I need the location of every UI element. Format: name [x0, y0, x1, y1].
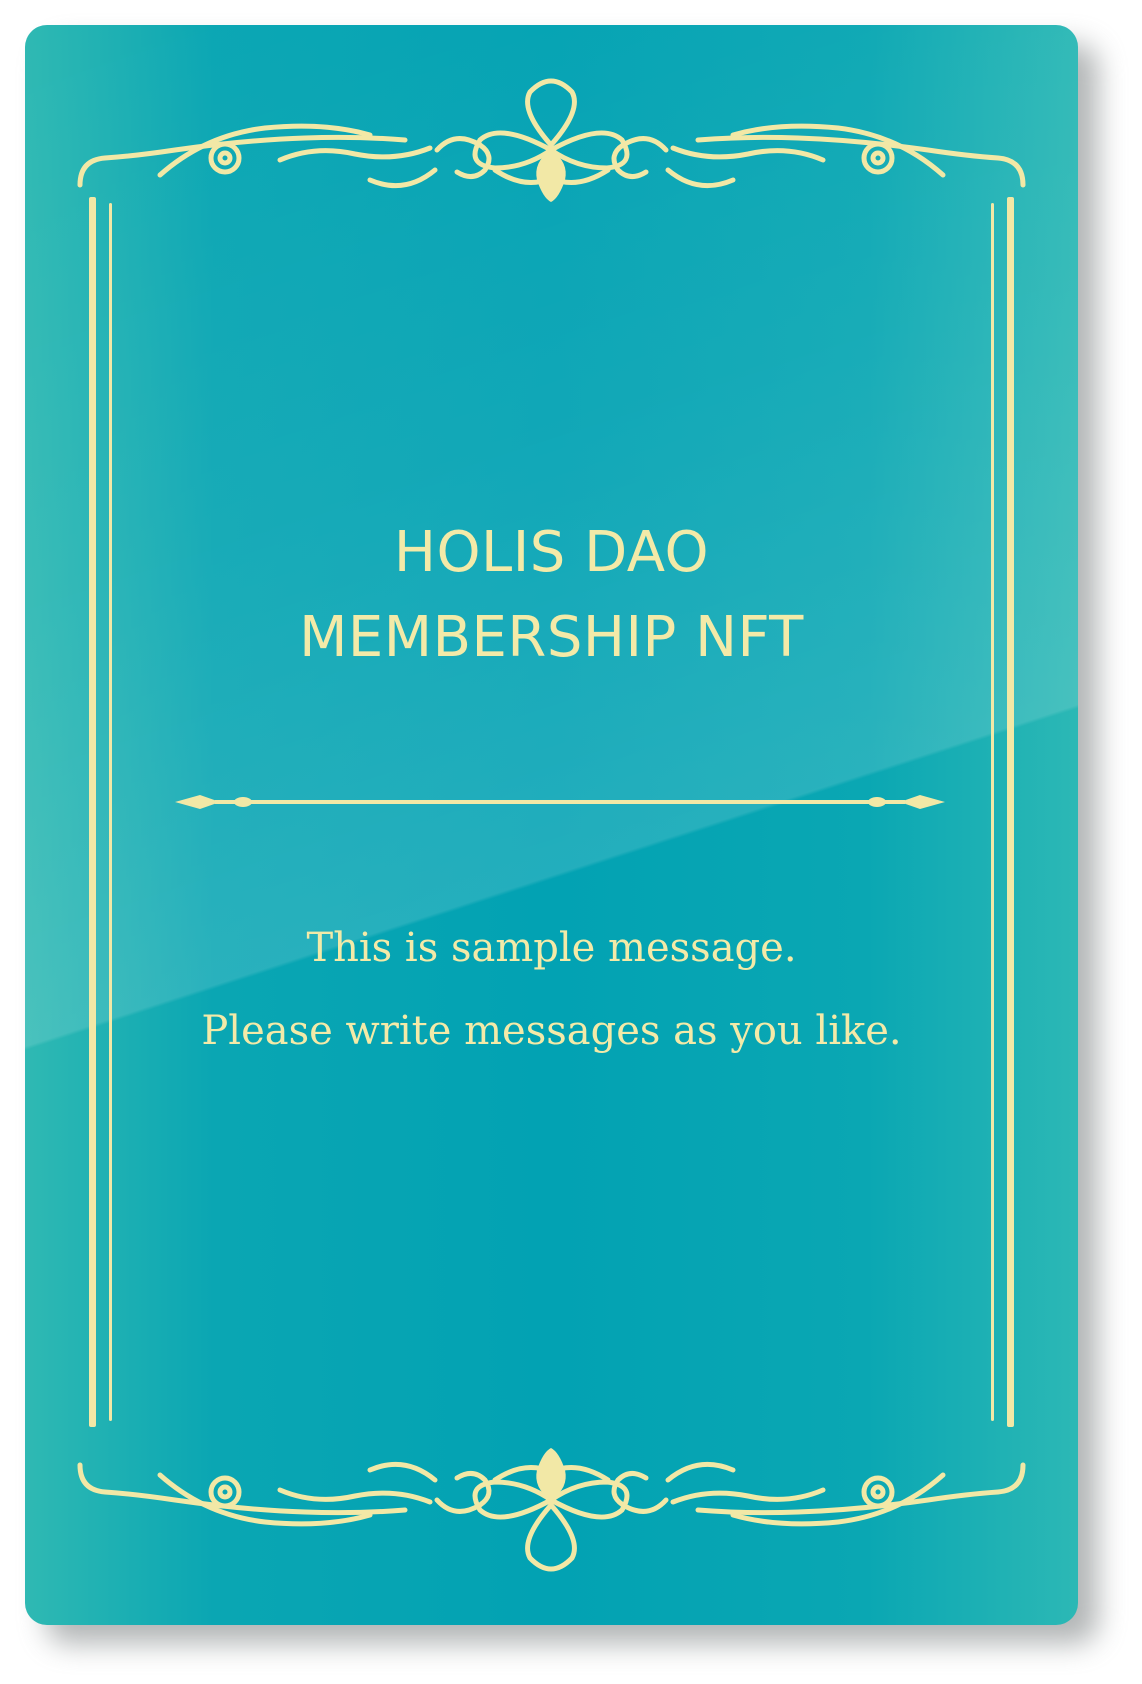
divider-ornament-icon: [175, 795, 945, 809]
membership-card: HOLIS DAO MEMBERSHIP NFT This is sample …: [25, 25, 1078, 1625]
card-gloss: [25, 25, 1078, 1625]
frame-line-left-inner: [109, 203, 112, 1421]
frame-line-right-outer: [1007, 197, 1014, 1427]
message-line-1: This is sample message.: [306, 925, 797, 971]
title-line-2: MEMBERSHIP NFT: [299, 605, 804, 670]
frame-line-right-inner: [991, 203, 994, 1421]
frame-line-left-outer: [89, 197, 96, 1427]
top-flourish-ornament-icon: [77, 78, 1026, 202]
bottom-flourish-ornament-icon: [77, 1448, 1026, 1572]
title-line-1: HOLIS DAO: [393, 520, 710, 585]
message-line-2: Please write messages as you like.: [201, 1008, 902, 1054]
